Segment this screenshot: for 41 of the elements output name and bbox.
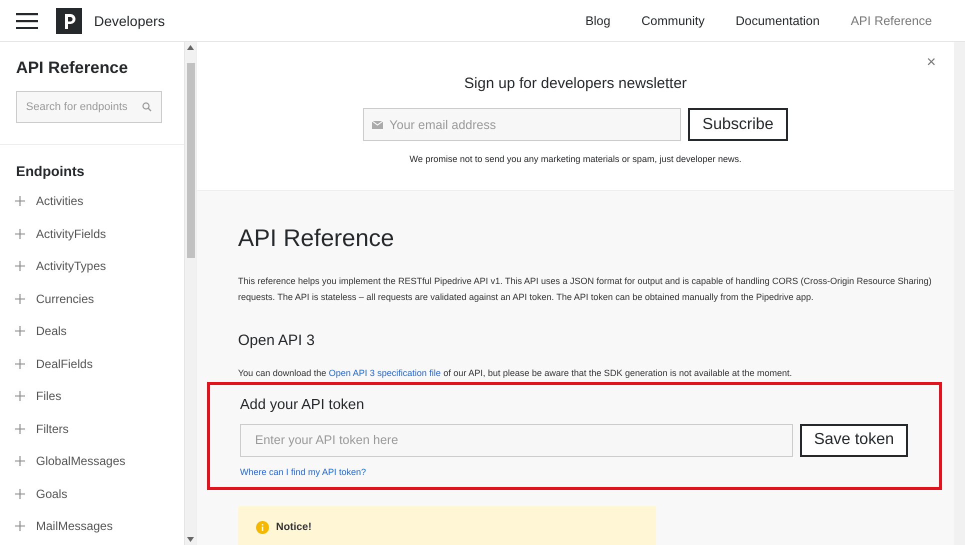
token-field[interactable]: Enter your API token here (240, 424, 793, 456)
sidebar-title: API Reference (16, 59, 129, 78)
endpoint-item[interactable]: Goals (0, 478, 184, 510)
scroll-down-icon[interactable] (187, 537, 194, 542)
save-token-button[interactable]: Save token (800, 424, 908, 456)
subscribe-button[interactable]: Subscribe (688, 108, 788, 141)
menu-icon[interactable] (16, 12, 38, 28)
endpoint-item[interactable]: Filters (0, 412, 184, 445)
endpoint-item[interactable]: Files (0, 380, 184, 412)
info-icon (256, 520, 269, 534)
endpoint-item[interactable]: Deals (0, 315, 184, 348)
endpoint-item[interactable]: GlobalMessages (0, 445, 184, 478)
section-heading: Endpoints (16, 163, 86, 179)
search-icon (142, 102, 152, 112)
endpoint-item[interactable]: ActivityTypes (0, 250, 184, 282)
scroll-up-icon[interactable] (187, 45, 194, 50)
scrollbar[interactable] (185, 42, 196, 545)
nav-link[interactable]: Community (641, 14, 705, 28)
newsletter-title: Sign up for developers newsletter (464, 75, 687, 92)
endpoint-item[interactable]: Currencies (0, 282, 184, 315)
openapi-paragraph: You can download the Open API 3 specification file of our API, but please be aware that the SDK generation is not available at the moment. (238, 367, 794, 380)
page-title: API Reference (238, 225, 396, 253)
close-button[interactable]: × (926, 54, 936, 72)
nav-link[interactable]: API Reference (850, 14, 932, 28)
newsletter-note: We promise not to send you any marketing materials or spam, just developer news. (410, 154, 742, 164)
endpoint-item[interactable]: ActivityFields (0, 218, 184, 250)
endpoint-item[interactable]: DealFields (0, 348, 184, 380)
nav-link[interactable]: Documentation (736, 14, 820, 28)
search-field[interactable]: Search for endpoints (16, 91, 162, 123)
intro-paragraph: This reference helps you implement the RESTful Pipedrive API v1. This API uses a JSON format for output and is capable of handling CORS (Cross-Origin Resource Sharing) requests. The API is stateless – all requests are validated against an API token. The API token can be obtained manually from the Pipedrive app. (238, 275, 933, 304)
token-title: Add your API token (240, 396, 366, 412)
spec-link[interactable]: Open API 3 specification file (328, 368, 441, 378)
email-field[interactable]: Your email address (363, 108, 682, 141)
scrollbar[interactable] (954, 42, 965, 545)
section-title: Open API 3 (238, 332, 316, 349)
nav-link[interactable]: Blog (585, 14, 610, 28)
endpoint-item[interactable]: Activities (0, 185, 184, 218)
help-link[interactable]: Where can I find my API token? (240, 466, 366, 476)
endpoint-item[interactable]: MailMessages (0, 510, 184, 542)
notice-title: Notice! (276, 520, 312, 532)
site-title: Developers (94, 12, 166, 28)
